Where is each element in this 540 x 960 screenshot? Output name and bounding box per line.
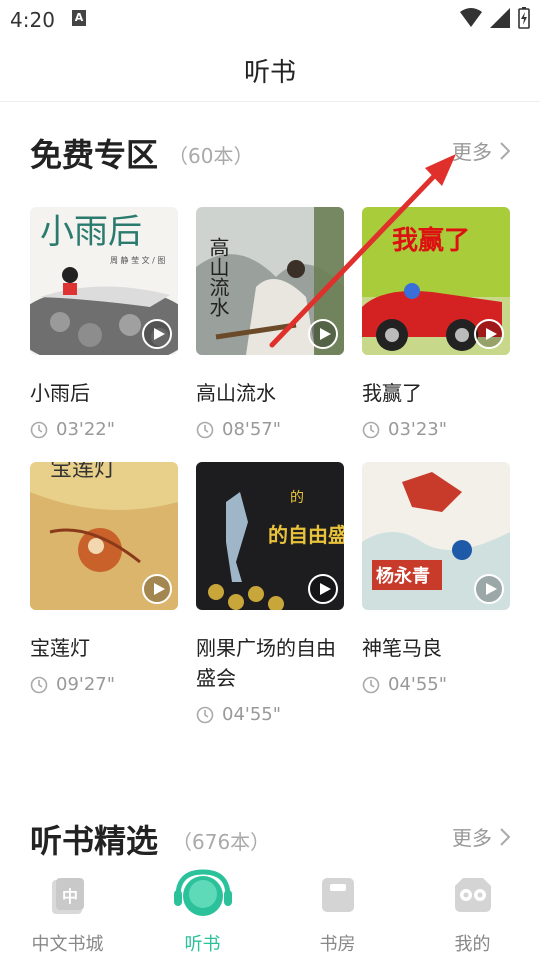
bookshelf-icon (321, 878, 354, 912)
clock-icon (196, 706, 214, 723)
duration-text: 04'55" (222, 704, 282, 725)
tab-label: 书房 (319, 934, 356, 955)
tab-listen[interactable]: 听书 (135, 862, 270, 960)
more-label: 更多 (452, 826, 492, 850)
book-duration: 04'55" (362, 674, 447, 695)
book-cover[interactable]: 的 的自由盛会 (196, 462, 344, 610)
duration-text: 04'55" (388, 674, 448, 695)
battery-icon (518, 7, 530, 29)
signal-icon (490, 8, 510, 28)
picks-section-count: （676本） (172, 830, 271, 854)
book-cover[interactable]: 宝莲灯 (30, 462, 178, 610)
tab-label: 我的 (454, 934, 491, 955)
tab-label: 听书 (184, 934, 221, 955)
clock-icon (30, 676, 48, 693)
cover-text: 我赢了 (392, 225, 470, 256)
cover-text: 高山流水 (206, 237, 230, 317)
book-duration: 03'22" (30, 419, 115, 440)
book-title: 小雨后 (30, 381, 90, 405)
book-cover[interactable]: 高山流水 (196, 207, 344, 355)
cover-text: 宝莲灯 (50, 462, 116, 482)
play-icon[interactable] (308, 319, 338, 349)
status-bar: 4:20 A (0, 0, 540, 38)
book-cover[interactable]: 我赢了 (362, 207, 510, 355)
cover-text: 杨永青 (376, 565, 430, 587)
more-label: 更多 (452, 140, 492, 164)
bottom-tab-bar: 中 中文书城 听书 书房 我的 (0, 862, 540, 960)
profile-icon (454, 878, 491, 912)
book-title: 高山流水 (196, 381, 276, 405)
book-duration: 04'55" (196, 704, 281, 725)
tab-bookstore[interactable]: 中 中文书城 (0, 862, 135, 960)
chevron-right-icon (500, 827, 510, 846)
book-title: 刚果广场的自由盛会 (196, 636, 336, 690)
svg-text:中: 中 (62, 887, 78, 906)
book-title: 我赢了 (362, 381, 422, 405)
title-bar: 听书 (0, 38, 540, 102)
duration-text: 09'27" (56, 674, 116, 695)
status-icons (460, 7, 530, 29)
free-section-more-button[interactable]: 更多 (452, 136, 510, 165)
free-section-header: 免费专区 （60本） 更多 (30, 130, 514, 174)
tab-label: 中文书城 (31, 934, 104, 955)
play-icon[interactable] (474, 574, 504, 604)
duration-text: 03'23" (388, 419, 448, 440)
book-title: 神笔马良 (362, 636, 442, 660)
wifi-icon (460, 8, 482, 27)
cover-text-top: 的 (290, 490, 304, 506)
play-icon[interactable] (308, 574, 338, 604)
headphones-icon (173, 869, 232, 916)
cover-text: 的自由盛会 (268, 523, 344, 547)
picks-section-header: 听书精选 （676本） 更多 (30, 816, 514, 860)
play-icon[interactable] (474, 319, 504, 349)
tab-profile[interactable]: 我的 (405, 862, 540, 960)
cover-text: 小雨后 (40, 212, 142, 252)
book-cover[interactable]: 小雨后 周 静 莹 文 / 图 (30, 207, 178, 355)
notification-a-icon: A (72, 10, 86, 26)
clock-icon (30, 421, 48, 438)
tab-bookshelf[interactable]: 书房 (270, 862, 405, 960)
book-duration: 03'23" (362, 419, 447, 440)
clock-icon (362, 676, 380, 693)
free-section-title: 免费专区 (30, 136, 159, 174)
book-title: 宝莲灯 (30, 636, 90, 660)
book-duration: 08'57" (196, 419, 281, 440)
chevron-right-icon (500, 141, 510, 160)
picks-section-title: 听书精选 (30, 822, 159, 860)
clock-icon (196, 421, 214, 438)
book-cover[interactable]: 杨永青 (362, 462, 510, 610)
play-icon[interactable] (142, 319, 172, 349)
status-time: 4:20 (10, 8, 55, 32)
bookstore-icon: 中 (51, 878, 84, 914)
cover-subtext: 周 静 莹 文 / 图 (110, 255, 165, 265)
picks-section-more-button[interactable]: 更多 (452, 822, 510, 851)
clock-icon (362, 421, 380, 438)
free-section-count: （60本） (168, 144, 254, 168)
duration-text: 08'57" (222, 419, 282, 440)
play-icon[interactable] (142, 574, 172, 604)
book-duration: 09'27" (30, 674, 115, 695)
duration-text: 03'22" (56, 419, 116, 440)
page-title: 听书 (243, 58, 296, 88)
